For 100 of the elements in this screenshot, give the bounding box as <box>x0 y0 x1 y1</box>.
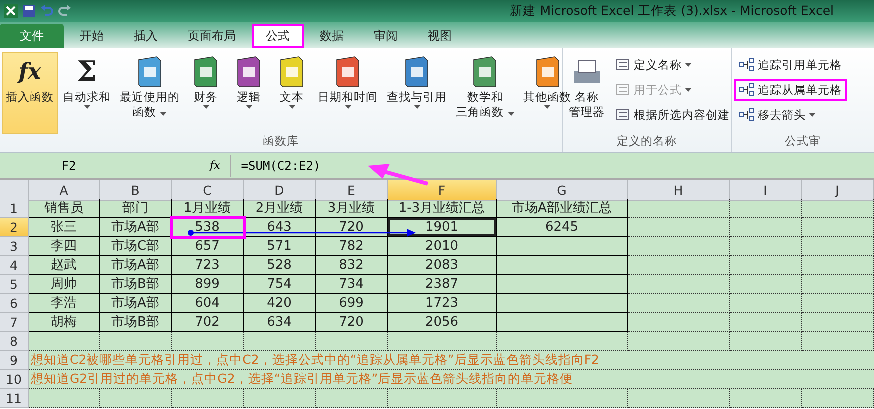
redo-icon[interactable] <box>58 4 72 18</box>
row-header[interactable]: 2 <box>0 218 29 237</box>
empty-cell <box>730 389 802 408</box>
caret-icon <box>160 112 168 116</box>
ribbon-tab[interactable]: 视图 <box>414 24 466 48</box>
row-header[interactable]: 9 <box>0 351 29 370</box>
table-cell: 538 <box>172 218 244 237</box>
ribbon-button[interactable]: 逻辑 <box>228 52 270 134</box>
column-header[interactable]: C <box>172 180 244 201</box>
ribbon-button[interactable]: 最近使用的 函数 <box>116 52 184 134</box>
row-header[interactable]: 1 <box>0 199 29 218</box>
table-cell: 1-3月业绩汇总 <box>388 199 497 218</box>
empty-cell <box>244 389 316 408</box>
insert-function-icon[interactable]: fx <box>138 159 230 172</box>
note-text: 想知道C2被哪些单元格引用过，点中C2，选择公式中的“追踪从属单元格”后显示蓝色箭头线指向F2 <box>29 351 874 370</box>
table-cell: 782 <box>316 237 388 256</box>
column-header[interactable]: I <box>730 180 802 201</box>
ribbon-tab[interactable]: 开始 <box>66 24 118 48</box>
ribbon-menu-button[interactable]: 追踪引用单元格 <box>734 54 847 76</box>
row-header[interactable]: 5 <box>0 275 29 294</box>
ribbon-button[interactable]: 日期和时间 <box>314 52 382 134</box>
select-all-corner[interactable] <box>0 180 29 201</box>
table-cell: 720 <box>316 313 388 332</box>
pointer-arrow <box>368 164 429 186</box>
caret-icon <box>809 113 816 117</box>
table-cell: 720 <box>316 218 388 237</box>
name-tag-icon <box>615 57 631 73</box>
table-cell: 571 <box>244 237 316 256</box>
name-tag-icon <box>615 82 631 98</box>
table-cell: 李四 <box>29 237 100 256</box>
empty-cell <box>802 218 874 237</box>
caret-icon <box>685 63 692 67</box>
column-header[interactable]: E <box>316 180 388 201</box>
ribbon-tab[interactable]: 插入 <box>120 24 172 48</box>
empty-cell <box>802 275 874 294</box>
column-header[interactable]: G <box>497 180 628 201</box>
column-header[interactable]: F <box>388 180 497 201</box>
ribbon-menu-button[interactable]: 移去箭头 <box>734 104 847 126</box>
empty-cell <box>802 199 874 218</box>
ribbon-menu-button[interactable]: 定义名称 <box>610 54 735 76</box>
column-header[interactable]: B <box>100 180 172 201</box>
ribbon-menu-button[interactable]: 根据所选内容创建 <box>610 104 735 126</box>
ribbon-button[interactable]: 财务 <box>185 52 227 134</box>
table-cell: 634 <box>244 313 316 332</box>
table-cell: 3月业绩 <box>316 199 388 218</box>
name-tag-icon <box>615 107 631 123</box>
table-cell: 赵武 <box>29 256 100 275</box>
column-header[interactable]: A <box>29 180 100 201</box>
row-header[interactable]: 3 <box>0 237 29 256</box>
ribbon-tab[interactable]: 审阅 <box>360 24 412 48</box>
ribbon-button[interactable]: 数学和 三角函数 <box>452 52 519 134</box>
table-cell: 2010 <box>388 237 497 256</box>
save-icon[interactable] <box>22 4 36 18</box>
row-header[interactable]: 11 <box>0 389 29 408</box>
table-cell: 市场B部 <box>100 275 172 294</box>
row-header[interactable]: 10 <box>0 370 29 389</box>
table-cell: 643 <box>244 218 316 237</box>
ribbon-menu-button[interactable]: 追踪从属单元格 <box>734 79 847 101</box>
table-cell: 张三 <box>29 218 100 237</box>
table-cell: 1901 <box>388 218 497 237</box>
ribbon-button[interactable]: 文本 <box>271 52 313 134</box>
fx-icon: fx <box>13 55 47 89</box>
table-cell: 市场C部 <box>100 237 172 256</box>
caret-icon <box>344 105 352 109</box>
table-cell: 1723 <box>388 294 497 313</box>
empty-cell <box>802 389 874 408</box>
column-header[interactable]: J <box>802 180 874 201</box>
table-cell: 2月业绩 <box>244 199 316 218</box>
row-header[interactable]: 4 <box>0 256 29 275</box>
row-header[interactable]: 7 <box>0 313 29 332</box>
ribbon-tab[interactable]: 数据 <box>306 24 358 48</box>
ribbon-tab[interactable]: 公式 <box>252 24 304 48</box>
ribbon-tab[interactable]: 文件 <box>0 24 64 48</box>
table-cell: 市场A部 <box>100 218 172 237</box>
group-title: 公式审 <box>784 134 822 150</box>
ribbon-button[interactable]: 查找与引用 <box>383 52 451 134</box>
table-cell: 734 <box>316 275 388 294</box>
table-cell: 754 <box>244 275 316 294</box>
caret-icon <box>202 105 210 109</box>
table-cell: 899 <box>172 275 244 294</box>
trace-arrows-icon <box>739 82 755 98</box>
table-cell: 2083 <box>388 256 497 275</box>
table-cell: 702 <box>172 313 244 332</box>
row-header[interactable]: 6 <box>0 294 29 313</box>
ribbon-button[interactable]: Σ 自动求和 <box>59 52 115 134</box>
empty-cell <box>730 275 802 294</box>
table-cell: 657 <box>172 237 244 256</box>
ribbon-button[interactable]: fx 插入函数 <box>2 52 58 134</box>
empty-cell <box>172 332 244 351</box>
column-header[interactable]: H <box>628 180 730 201</box>
row-header[interactable]: 8 <box>0 332 29 351</box>
empty-cell <box>802 256 874 275</box>
table-cell: 2387 <box>388 275 497 294</box>
column-header[interactable]: D <box>244 180 316 201</box>
empty-cell <box>802 294 874 313</box>
caret-icon <box>246 105 252 109</box>
empty-cell <box>802 332 874 351</box>
ribbon-tab[interactable]: 页面布局 <box>174 24 250 48</box>
table-cell: 604 <box>172 294 244 313</box>
window-title: 新建 Microsoft Excel 工作表 (3).xlsx - Microsoft Excel <box>510 2 834 20</box>
